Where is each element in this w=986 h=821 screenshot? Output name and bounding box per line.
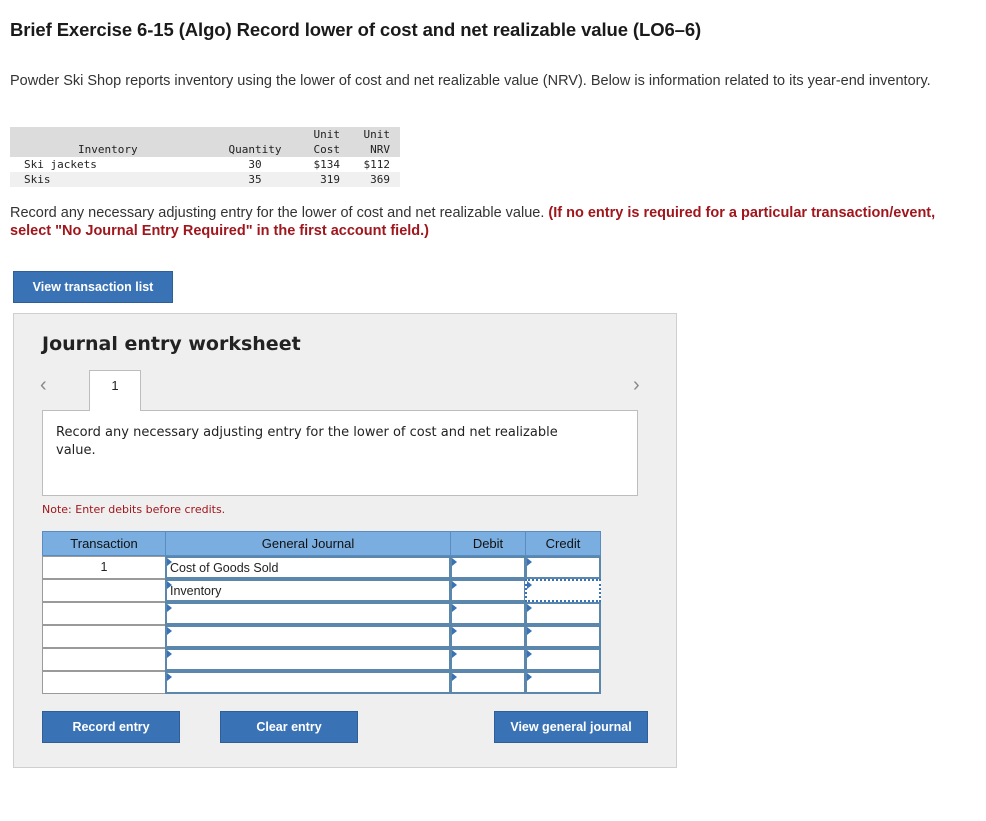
dropdown-marker-icon [452, 581, 457, 589]
dropdown-marker-icon [167, 673, 172, 681]
credit-field[interactable] [525, 648, 601, 671]
table-row: Ski jackets 30 $134 $112 [10, 157, 400, 172]
instructions: Record any necessary adjusting entry for… [10, 204, 970, 240]
worksheet-title: Journal entry worksheet [42, 333, 301, 355]
credit-field[interactable] [525, 602, 601, 625]
account-field-text: Inventory [170, 584, 222, 598]
credit-field[interactable] [525, 556, 601, 579]
debit-field[interactable] [450, 602, 526, 625]
dropdown-marker-icon [527, 650, 532, 658]
row-item: Skis [24, 173, 51, 186]
row-nrv: 369 [370, 173, 390, 186]
transaction-cell: 1 [42, 556, 166, 579]
credit-field[interactable] [525, 579, 601, 602]
row-cost: $134 [313, 158, 341, 171]
debit-field[interactable] [450, 671, 526, 694]
view-general-journal-button[interactable]: View general journal [494, 711, 648, 743]
account-field[interactable]: Inventory [165, 579, 451, 602]
credit-field[interactable] [525, 625, 601, 648]
dropdown-marker-icon [527, 627, 532, 635]
chevron-left-icon[interactable]: ‹ [40, 374, 47, 397]
transaction-cell [42, 625, 166, 648]
view-transaction-list-button[interactable]: View transaction list [13, 271, 173, 303]
dropdown-marker-icon [452, 604, 457, 612]
instructions-main: Record any necessary adjusting entry for… [10, 205, 549, 221]
transaction-cell [42, 671, 166, 694]
account-field[interactable] [165, 648, 451, 671]
table-row: Skis 35 319 369 [10, 172, 400, 187]
dropdown-marker-icon [167, 604, 172, 612]
page-title: Brief Exercise 6-15 (Algo) Record lower … [10, 19, 702, 40]
credit-field[interactable] [525, 671, 601, 694]
intro-text: Powder Ski Shop reports inventory using … [10, 73, 931, 89]
transaction-cell-text: 1 [100, 560, 108, 574]
header-unit-cost-top: Unit [313, 128, 341, 141]
dropdown-marker-icon [527, 673, 532, 681]
header-unit-cost: Cost [313, 143, 341, 156]
header-quantity: Quantity [228, 143, 282, 156]
dropdown-marker-icon [452, 673, 457, 681]
account-field[interactable] [165, 602, 451, 625]
account-field[interactable]: Cost of Goods Sold [165, 556, 451, 579]
account-field[interactable] [165, 671, 451, 694]
dropdown-marker-icon [167, 627, 172, 635]
chevron-right-icon[interactable]: › [633, 374, 640, 397]
header-inventory: Inventory [78, 143, 138, 156]
row-nrv: $112 [363, 158, 391, 171]
dropdown-marker-icon [527, 558, 532, 566]
entry-description: Record any necessary adjusting entry for… [56, 425, 558, 458]
row-qty: 30 [248, 158, 262, 171]
tab-entry-1[interactable]: 1 [89, 370, 141, 411]
dropdown-marker-icon [167, 650, 172, 658]
transaction-cell [42, 648, 166, 671]
inventory-table: Inventory Quantity Unit Cost Unit NRV Sk… [10, 127, 400, 187]
account-field-text: Cost of Goods Sold [170, 561, 279, 575]
dropdown-marker-icon [452, 650, 457, 658]
header-unit-nrv-top: Unit [363, 128, 391, 141]
dropdown-marker-icon [452, 627, 457, 635]
dropdown-marker-icon [167, 581, 172, 589]
debit-field[interactable] [450, 579, 526, 602]
debit-field[interactable] [450, 648, 526, 671]
header-unit-nrv: NRV [370, 143, 390, 156]
record-entry-button[interactable]: Record entry [42, 711, 180, 743]
transaction-cell [42, 602, 166, 625]
inventory-header-row: Inventory Quantity Unit Cost Unit NRV [10, 127, 400, 157]
row-item: Ski jackets [24, 158, 97, 171]
dropdown-marker-icon [527, 604, 532, 612]
transaction-cell [42, 579, 166, 602]
header-credit: Credit [525, 531, 601, 556]
header-general-journal: General Journal [165, 531, 451, 556]
dropdown-marker-icon [167, 558, 172, 566]
clear-entry-button[interactable]: Clear entry [220, 711, 358, 743]
dropdown-marker-icon [452, 558, 457, 566]
header-transaction: Transaction [42, 531, 166, 556]
row-qty: 35 [248, 173, 262, 186]
dropdown-marker-icon [527, 581, 532, 589]
debit-field[interactable] [450, 556, 526, 579]
row-cost: 319 [320, 173, 340, 186]
debit-field[interactable] [450, 625, 526, 648]
note-text: Note: Enter debits before credits. [42, 503, 226, 516]
header-debit: Debit [450, 531, 526, 556]
account-field[interactable] [165, 625, 451, 648]
